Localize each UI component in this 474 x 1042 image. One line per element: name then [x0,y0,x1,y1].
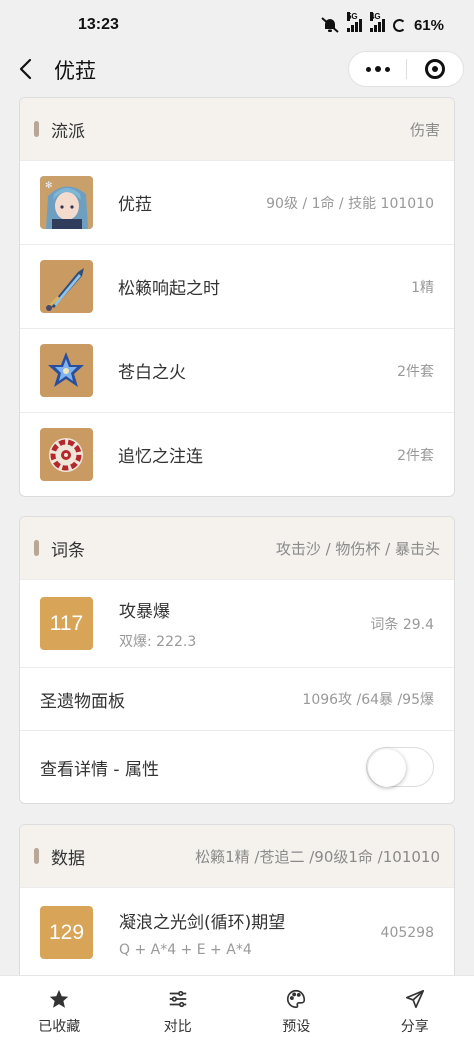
weapon-refinement: 1精 [411,279,434,296]
status-icons: 5G 4G 61% [321,12,444,34]
damage-score-badge: 129 [40,906,93,959]
status-bar: 13:23 5G 4G 61% [0,0,474,50]
tab-preset-label: 预设 [282,1019,311,1035]
pale-flame-flower-icon [40,344,93,397]
target-icon [424,59,445,79]
detail-toggle-switch[interactable] [366,747,434,787]
shimenawa-flower-icon [40,428,93,481]
score-row[interactable]: 117 攻暴爆 双爆: 222.3 词条 29.4 [20,579,454,667]
tab-share[interactable]: 分享 [356,976,474,1042]
svg-text:✻: ✻ [45,181,53,191]
tab-compare-label: 对比 [163,1019,192,1035]
build-row-set-1[interactable]: 苍白之火 2件套 [20,328,454,412]
crit-value: 双爆: 222.3 [119,633,197,650]
tab-favorite[interactable]: 已收藏 [0,976,119,1042]
damage-value: 405298 [380,924,434,941]
build-card-title: 流派 [51,121,85,142]
nav-bar: 优菈 [0,48,474,90]
more-menu-button[interactable] [349,52,406,86]
chevron-left-icon [19,58,32,80]
send-icon [405,989,424,1009]
build-card: 流派 伤害 ✻ 优菈 90级 / 1命 / 技能 101010 松籁响起之时 1… [19,97,455,497]
signal-4g-icon: 4G [369,12,385,32]
battery-ring-icon [392,18,406,32]
character-info: 90级 / 1命 / 技能 101010 [266,195,434,212]
character-name: 优菈 [118,195,152,215]
data-card-title: 数据 [51,848,85,869]
damage-name: 凝浪之光剑(循环)期望 [119,912,286,933]
section-bar [34,848,39,864]
artifact-panel-value: 1096攻 /64暴 /95爆 [302,692,434,708]
substat-score-badge: 117 [40,597,93,650]
build-card-tag: 伤害 [409,120,440,139]
battery-level: 61% [413,16,444,34]
tab-compare[interactable]: 对比 [119,976,238,1042]
build-row-set-2[interactable]: 追忆之注连 2件套 [20,412,454,496]
artifact-set-1-count: 2件套 [397,363,434,380]
artifact-set-1-name: 苍白之火 [118,363,186,383]
build-card-header: 流派 伤害 [20,98,454,160]
substat-count: 词条 29.4 [370,616,434,633]
artifact-set-2-name: 追忆之注连 [118,447,203,467]
tab-preset[interactable]: 预设 [237,976,356,1042]
status-time: 13:23 [78,16,119,33]
weapon-name: 松籁响起之时 [118,279,220,299]
greatsword-icon [40,260,93,313]
back-button[interactable] [14,56,40,82]
toggle-knob [368,749,406,787]
signal-5g-icon: 5G [346,12,362,32]
artifact-panel-row[interactable]: 圣遗物面板 1096攻 /64暴 /95爆 [20,667,454,730]
stats-card: 词条 攻击沙 / 物伤杯 / 暴击头 117 攻暴爆 双爆: 222.3 词条 … [19,516,455,804]
tab-favorite-label: 已收藏 [38,1019,81,1035]
stats-card-header: 词条 攻击沙 / 物伤杯 / 暴击头 [20,517,454,579]
palette-icon [287,989,306,1009]
data-card-header: 数据 松籁1精 /苍追二 /90级1命 /101010 [20,825,454,887]
star-icon [50,989,69,1008]
damage-row[interactable]: 129 凝浪之光剑(循环)期望 Q + A*4 + E + A*4 405298 [20,887,454,977]
detail-toggle-label: 查看详情 - 属性 [40,759,159,780]
tab-share-label: 分享 [400,1019,429,1035]
artifact-panel-label: 圣遗物面板 [40,691,125,712]
eula-portrait-icon: ✻ [40,176,93,229]
build-row-character[interactable]: ✻ 优菈 90级 / 1命 / 技能 101010 [20,160,454,244]
section-bar [34,540,39,556]
bottom-tab-bar: 已收藏 对比 预设 分享 [0,975,474,1042]
artifact-set-2-count: 2件套 [397,447,434,464]
page-title: 优菈 [54,59,96,83]
score-title: 攻暴爆 [119,601,170,622]
build-row-weapon[interactable]: 松籁响起之时 1精 [20,244,454,328]
detail-toggle-row: 查看详情 - 属性 [20,730,454,803]
section-bar [34,121,39,137]
sliders-icon [169,990,186,1008]
stats-card-tag: 攻击沙 / 物伤杯 / 暴击头 [275,539,440,558]
close-mini-program-button[interactable] [407,52,463,86]
stats-card-title: 词条 [51,540,85,561]
mute-bell-icon [321,17,339,33]
mini-program-capsule [348,51,464,87]
data-card-tag: 松籁1精 /苍追二 /90级1命 /101010 [195,847,440,866]
damage-formula: Q + A*4 + E + A*4 [119,941,252,958]
